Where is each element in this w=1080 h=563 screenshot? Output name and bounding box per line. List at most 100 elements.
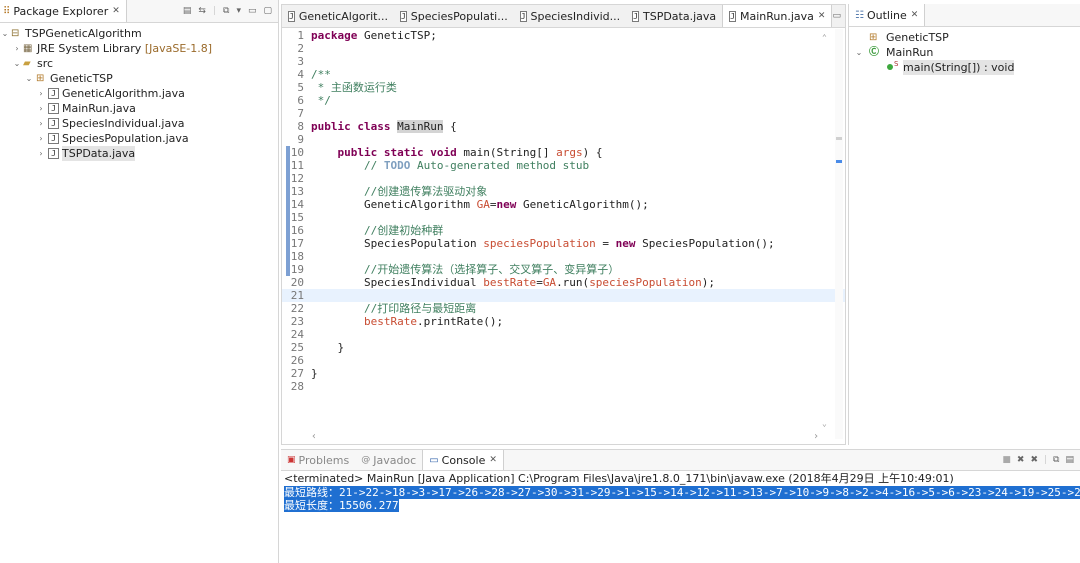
close-icon[interactable]: ✕ [818,11,826,21]
tab-outline[interactable]: ☷ Outline ✕ [849,4,926,26]
copy-icon[interactable]: ⧉ [1053,455,1059,465]
remove-launch-icon[interactable]: ✖ [1017,455,1025,465]
horizontal-scrollbar[interactable]: ‹ › [311,431,819,442]
line-number: 25 [290,341,304,354]
line-number: 20 [290,276,304,289]
tab-problems[interactable]: ▣ Problems [281,450,355,470]
tree-item-jre-library[interactable]: › ▦ JRE System Library [JavaSE-1.8] [0,41,278,56]
code-line: 7 [282,107,845,120]
chevron-right-icon[interactable]: › [36,116,46,131]
occurrence-marker[interactable] [836,160,842,163]
tree-item-java-file[interactable]: › J SpeciesIndividual.java [0,116,278,131]
link-editor-icon[interactable]: ⇆ [198,6,206,16]
separator: | [1044,455,1048,465]
tab-tspdata[interactable]: J TSPData.java [626,5,722,27]
tree-item-label: src [37,57,54,70]
line-number: 9 [297,133,304,146]
outline-item-method[interactable]: S main(String[]) : void [849,60,1080,75]
maximize-icon[interactable]: ▢ [263,6,272,16]
code-line: 28 [282,380,845,393]
tab-label: SpeciesPopulati... [410,9,508,23]
remove-all-icon[interactable]: ✖ [1030,455,1038,465]
tab-javadoc[interactable]: @ Javadoc [355,450,422,470]
java-file-icon: J [48,133,59,144]
tab-species-population[interactable]: J SpeciesPopulati... [394,5,514,27]
view-menu-icon[interactable]: ▾ [236,6,241,16]
tab-genetic-algorithm[interactable]: J GeneticAlgorit... [282,5,394,27]
line-number: 10 [290,146,304,159]
java-file-icon: J [48,118,59,129]
close-icon[interactable]: ✕ [911,10,919,20]
chevron-right-icon[interactable]: › [12,41,22,56]
chevron-down-icon[interactable]: ⌄ [854,45,864,60]
outline-item-label: GeneticTSP [886,31,949,44]
tree-item-java-file[interactable]: › J MainRun.java [0,101,278,116]
line-number: 19 [290,263,304,276]
filter-icon[interactable]: ⧉ [223,6,229,16]
line-number: 16 [290,224,304,237]
line-number: 26 [290,354,304,367]
chevron-down-icon[interactable]: ⌄ [24,71,34,86]
close-icon[interactable]: ✕ [112,6,120,16]
scroll-left-icon[interactable]: ‹ [311,431,317,442]
tree-item-package[interactable]: ⌄ ⊞ GeneticTSP [0,71,278,86]
code-line: 2 [282,42,845,55]
code-line: 14 GeneticAlgorithm GA=new GeneticAlgori… [282,198,845,211]
tree-item-java-file[interactable]: › J GeneticAlgorithm.java [0,86,278,101]
tree-item-project[interactable]: ⌄ ⊟ TSPGeneticAlgorithm [0,26,278,41]
chevron-right-icon[interactable]: › [36,101,46,116]
javadoc-icon: @ [361,455,371,465]
overview-ruler[interactable] [835,29,843,439]
tree-item-src[interactable]: ⌄ ▰ src [0,56,278,71]
java-file-icon: J [288,10,295,22]
console-process-label: <terminated> MainRun [Java Application] … [284,472,954,485]
tree-item-label: SpeciesIndividual.java [62,117,185,130]
outline-icon: ☷ [855,9,864,21]
outline-item-class[interactable]: ⌄ Ⓒ MainRun [849,45,1080,60]
chevron-right-icon[interactable]: › [36,146,46,161]
tab-label: Javadoc [373,453,417,467]
scroll-right-icon[interactable]: › [813,431,819,442]
clear-console-icon[interactable]: ▤ [1065,455,1074,465]
editor-toolbar: ▭ ▢ [832,11,845,21]
tab-mainrun[interactable]: J MainRun.java ✕ [722,5,833,27]
code-editor[interactable]: 1 package GeneticTSP; 2 3 4/** 5 * 主函数运行类… [282,29,845,444]
terminate-icon[interactable]: ■ [1002,455,1011,465]
code-line: 25 } [282,341,845,354]
line-number: 6 [297,94,304,107]
console-toolbar: ■ ✖ ✖ | ⧉ ▤ [1002,455,1080,465]
scroll-up-icon[interactable]: ⌃ [822,33,827,42]
tab-species-individual[interactable]: J SpeciesIndivid... [514,5,626,27]
occurrence-marker[interactable] [836,137,842,140]
outline-tabbar: ☷ Outline ✕ [849,4,1080,27]
tab-label: TSPData.java [643,9,717,23]
code-line: 3 [282,55,845,68]
tab-package-explorer[interactable]: ⠿ Package Explorer ✕ [0,0,127,22]
collapse-all-icon[interactable]: ▤ [183,6,192,16]
vertical-scrollbar[interactable]: ⌃ ⌄ [821,33,831,428]
chevron-down-icon[interactable]: ⌄ [0,26,10,41]
tree-item-label: MainRun.java [62,102,136,115]
outline-item-package[interactable]: ⊞ GeneticTSP [849,30,1080,45]
package-tree: ⌄ ⊟ TSPGeneticAlgorithm › ▦ JRE System L… [0,24,278,563]
chevron-down-icon[interactable]: ⌄ [12,56,22,71]
outline-title: Outline [866,8,907,22]
tab-label: GeneticAlgorit... [298,9,388,23]
minimize-icon[interactable]: ▭ [832,11,841,21]
chevron-right-icon[interactable]: › [36,86,46,101]
code-line: 4/** [282,68,845,81]
chevron-right-icon[interactable]: › [36,131,46,146]
close-icon[interactable]: ✕ [489,455,497,465]
tree-item-java-file[interactable]: › J SpeciesPopulation.java [0,131,278,146]
minimize-icon[interactable]: ▭ [248,6,257,16]
scroll-down-icon[interactable]: ⌄ [822,419,827,428]
project-icon: ⊟ [11,28,20,39]
console-output[interactable]: <terminated> MainRun [Java Application] … [284,472,1080,563]
code-line: 8 public class MainRun { [282,120,845,133]
tab-console[interactable]: ▭ Console ✕ [422,450,504,470]
line-number: 7 [297,107,304,120]
tree-item-java-file[interactable]: › J TSPData.java [0,146,278,161]
console-tabbar: ▣ Problems @ Javadoc ▭ Console ✕ ■ ✖ ✖ |… [281,450,1080,471]
java-file-icon: J [399,10,407,22]
line-number: 1 [297,29,304,42]
